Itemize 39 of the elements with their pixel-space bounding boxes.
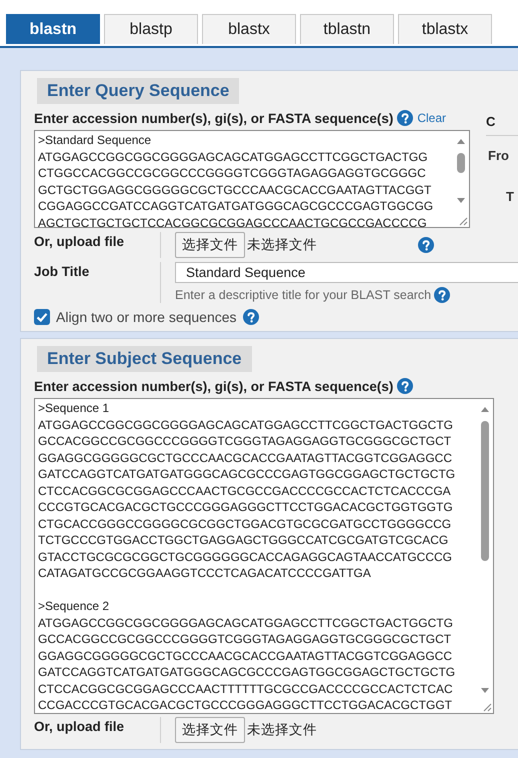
help-icon[interactable]	[397, 378, 414, 394]
scrollbar-thumb[interactable]	[457, 153, 465, 173]
scrollbar-thumb[interactable]	[481, 421, 489, 561]
from-label: Fro	[488, 148, 509, 163]
scroll-down-icon[interactable]	[456, 197, 466, 205]
field-label: Enter accession number(s), gi(s), or FASTA sequence(s)	[34, 110, 394, 126]
help-icon[interactable]	[397, 110, 414, 126]
upload-label: Or, upload file	[34, 232, 161, 258]
section-title: Enter Query Sequence	[37, 78, 240, 104]
help-icon[interactable]	[434, 287, 450, 303]
align-label: Align two or more sequences	[56, 309, 237, 325]
file-status: 未选择文件	[247, 236, 317, 254]
scroll-up-icon[interactable]	[480, 405, 490, 413]
scroll-down-icon[interactable]	[480, 687, 490, 695]
choose-file-button[interactable]: 选择文件	[175, 232, 245, 258]
align-checkbox[interactable]	[34, 309, 50, 325]
section-title: Enter Subject Sequence	[37, 346, 252, 372]
job-title-hint: Enter a descriptive title for your BLAST search	[175, 288, 432, 302]
help-icon[interactable]	[418, 237, 434, 253]
clear-link[interactable]: Clear	[417, 111, 446, 125]
resize-grip-icon[interactable]	[481, 701, 492, 712]
help-icon[interactable]	[242, 309, 259, 325]
program-tab[interactable]: tblastn	[300, 14, 394, 44]
program-tab[interactable]: tblastx	[398, 14, 492, 44]
upload-label: Or, upload file	[34, 717, 161, 743]
choose-file-button[interactable]: 选择文件	[175, 717, 245, 743]
field-label: Enter accession number(s), gi(s), or FASTA sequence(s)	[34, 378, 394, 394]
resize-grip-icon[interactable]	[457, 215, 468, 226]
to-label: T	[506, 189, 514, 204]
program-tab[interactable]: blastn	[6, 14, 100, 44]
program-tab[interactable]: blastx	[202, 14, 296, 44]
subject-sequence-field[interactable]: >Sequence 1 ATGGAGCCGGCGGCGGGGAGCAGCATGGAGCCTTCGGCTGACTGGCTG GCCACGGCCGCGGCCCGGGGTCGGGTAGAGGAGGTGCGGGCGCTGCT GGAGGCGGGGGCGCTGCCCAACGCACCGAATAGTTACGGTCGGAGGCC GATCCAGGTCATGATGATGGGCAGCGCCCGAGTGGCGGAGCTGCTGCTG CTCCACGGCGCGGAGCCCAACTGCGCCGACCCCGCCACTCTCACCCGA CCCGTGCACGACGCTGCCCGGGAGGGCTTCCTGGACACGCTGGTGGTG CTGCACCGGGCCGGGGCGCGGCTGGACGTGCGCGATGCCTGGGGCCG TCTGCCCGTGGACCTGGCTGAGGAGCTGGGCCATCGCGATGTCGCACG GTACCTGCGCGCGGCTGCGGGGGGCACCAGAGGCAGTAACCATGCCCG CATAGATGCCGCGGAAGGTCCCTCAGACATCCCCGATTGA >Sequence 2 ATGGAGCCGGCGGCGGGGAGCAGCATGGAGCCTTCGGCTGACTGGCTG GCCACGGCCGCGGCCCGGGGTCGGGTAGAGGAGGTGCGGGCGCTGCT GGAGGCGGGGGCGCTGCCCAACGCACCGAATAGTTACGGTCGGAGGCC GATCCAGGTCATGATGATGGGCAGCGCCCGAGTGGCGGAGCTGCTGCTG CTCCACGGCGCGGAGCCCAACTTTTTTGCGCCGACCCCGCCACTCTCAC CCGACCCGTGCACGACGCTGCCCGGGAGGGCTTCCTGGACACGCTGGT	[34, 398, 494, 714]
subrange-heading: C	[486, 113, 496, 131]
file-status: 未选择文件	[247, 721, 317, 739]
query-sequence-field[interactable]: >Standard Sequence ATGGAGCCGGCGGCGGGGAGCAGCATGGAGCCTTCGGCTGACTGG CTGGCCACGGCCGCGGCCCGGGGTCGGGTAGAGGAGGTGCGGGC GCTGCTGGAGGCGGGGGCGCTGCCCAACGCACCGAATAGTTACGGT CGGAGGCCGATCCAGGTCATGATGATGGGCAGCGCCCGAGTGGCGG AGCTGCTGCTGCTCCACGGCGCGGAGCCCAACTGCGCCGACCCCG	[34, 130, 470, 228]
job-title-label: Job Title	[34, 262, 161, 303]
program-tab[interactable]: blastp	[104, 14, 198, 44]
scroll-up-icon[interactable]	[456, 137, 466, 145]
job-title-field[interactable]: Standard Sequence	[175, 262, 518, 283]
